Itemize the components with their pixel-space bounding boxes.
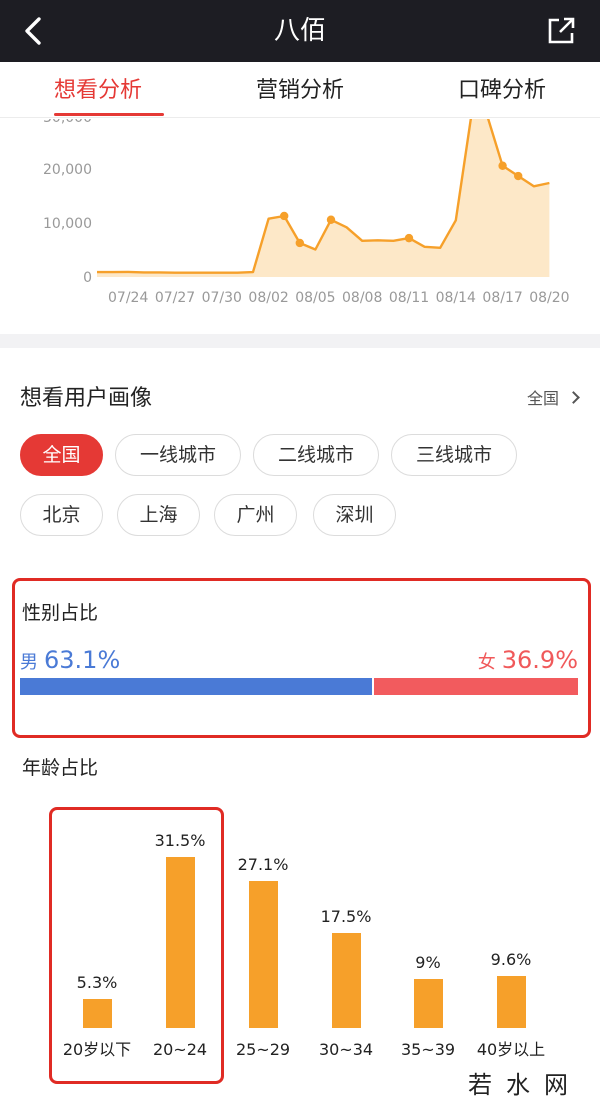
female-label: 女 [477, 652, 496, 673]
age-category-label: 35~39 [400, 1040, 456, 1059]
x-tick-label: 07/27 [155, 290, 195, 306]
share-icon[interactable] [544, 14, 578, 48]
chevron-right-icon [567, 391, 580, 404]
x-tick-label: 07/24 [108, 290, 148, 306]
male-share: 男 63.1% [20, 646, 120, 677]
age-bar [331, 933, 361, 1028]
x-tick-label: 08/17 [482, 290, 522, 306]
page-title: 八佰 [273, 16, 326, 46]
y-tick-label: 20,000 [43, 162, 92, 178]
age-bar [82, 999, 112, 1028]
trend-marker [295, 238, 304, 248]
tab-want-analysis[interactable]: 想看分析 [54, 76, 142, 106]
tab-reputation-analysis[interactable]: 口碑分析 [458, 76, 546, 106]
x-tick-label: 08/14 [436, 290, 476, 306]
x-tick-label: 08/11 [389, 290, 429, 306]
chip-beijing[interactable]: 北京 [20, 494, 103, 536]
age-category-label: 25~29 [235, 1040, 291, 1059]
active-tab-indicator [54, 113, 164, 116]
age-bar [413, 979, 443, 1028]
age-bar-value-label: 17.5% [320, 907, 372, 927]
female-bar-segment [372, 678, 578, 695]
age-bar-value-label: 9.6% [490, 949, 532, 969]
watermark: 若水网 [468, 1071, 582, 1099]
chip-shenzhen[interactable]: 深圳 [313, 494, 396, 536]
trend-marker [326, 215, 336, 224]
age-category-label: 20岁以下 [62, 1040, 132, 1059]
chip-tier3-cities[interactable]: 三线城市 [391, 434, 517, 476]
nav-bar: 八佰 [0, 0, 600, 62]
y-tick-label: 10,000 [43, 216, 92, 232]
gender-section-title: 性别占比 [22, 602, 99, 624]
x-tick-label: 08/20 [529, 290, 569, 306]
tab-marketing-analysis[interactable]: 营销分析 [256, 76, 344, 106]
x-tick-label: 07/30 [202, 290, 242, 306]
age-section-title: 年龄占比 [22, 757, 99, 779]
chip-tier1-cities[interactable]: 一线城市 [115, 434, 241, 476]
x-tick-label: 08/08 [342, 290, 382, 306]
want-trend-chart-svg: 10,000 20,000 0 30,000 07/24 07/27 07/30 08/02 0… [43, 119, 570, 306]
age-bar-value-label: 9% [415, 953, 441, 973]
x-tick-label: 08/05 [295, 290, 335, 306]
age-category-label: 20~24 [152, 1040, 208, 1059]
section-divider [0, 334, 600, 348]
age-bar-value-label: 31.5% [154, 831, 206, 851]
chip-tier2-cities[interactable]: 二线城市 [253, 434, 379, 476]
y-tick-label-clipped: 30,000 [43, 119, 92, 126]
male-percentage: 63.1% [44, 646, 121, 674]
scope-selector-label: 全国 [526, 389, 559, 408]
trend-marker [498, 161, 507, 170]
trend-marker [514, 171, 523, 181]
age-bar [496, 975, 526, 1028]
trend-marker [280, 211, 289, 221]
x-tick-label: 08/02 [248, 290, 288, 306]
y-tick-label: 0 [83, 270, 92, 286]
analysis-tabs: 想看分析 营销分析 口碑分析 [0, 62, 600, 118]
portrait-section-title: 想看用户画像 [20, 386, 153, 411]
want-trend-chart: 10,000 20,000 0 30,000 07/24 07/27 07/30 08/02 0… [0, 119, 600, 330]
trend-marker [404, 233, 414, 243]
age-bar [248, 881, 278, 1028]
age-bar-value-label: 27.1% [237, 855, 289, 875]
age-bar [165, 857, 195, 1028]
trend-area [97, 119, 550, 277]
male-bar-segment [20, 678, 373, 695]
chip-shanghai[interactable]: 上海 [117, 494, 200, 536]
age-bar-value-label: 5.3% [76, 973, 118, 993]
scope-selector[interactable]: 全国 [526, 387, 580, 411]
age-category-label: 30~34 [318, 1040, 374, 1059]
chip-nationwide[interactable]: 全国 [20, 434, 103, 476]
age-category-label: 40岁以上 [476, 1040, 546, 1059]
chip-guangzhou[interactable]: 广州 [214, 494, 297, 536]
female-percentage: 36.9% [501, 646, 578, 674]
gender-ratio-bar [20, 678, 578, 695]
female-share: 女 36.9% [478, 646, 578, 677]
male-label: 男 [20, 652, 38, 673]
